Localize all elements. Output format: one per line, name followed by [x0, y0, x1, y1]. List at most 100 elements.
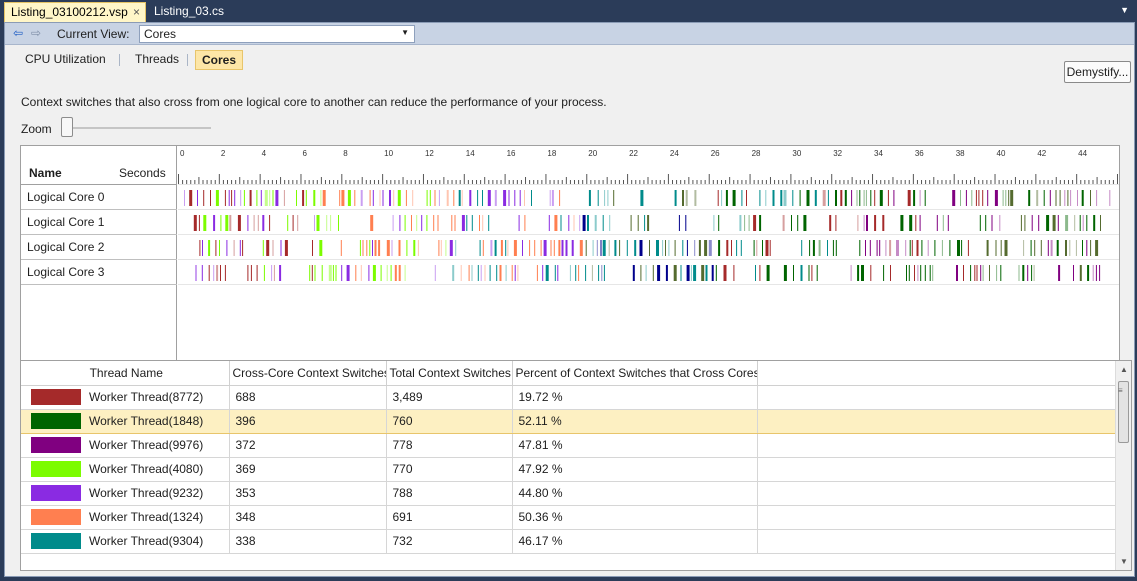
- table-row[interactable]: Worker Thread(9232) 353 788 44.80 %: [21, 481, 1118, 506]
- column-header[interactable]: Thread Name: [21, 361, 230, 386]
- core-activity-bar: [914, 265, 915, 281]
- tab-listing-cs[interactable]: Listing_03.cs: [148, 2, 230, 22]
- cross-core-cell[interactable]: 338: [229, 529, 387, 554]
- tab-listing-vsp[interactable]: Listing_03100212.vsp ×: [4, 2, 146, 22]
- table-row[interactable]: Worker Thread(8772) 688 3,489 19.72 %: [21, 385, 1118, 410]
- cross-core-cell[interactable]: 353: [229, 481, 387, 506]
- percent-cell[interactable]: 19.72 %: [512, 385, 758, 410]
- core-activity-bar: [991, 215, 993, 231]
- cross-core-cell[interactable]: 369: [229, 457, 387, 482]
- core-activity-bar: [916, 240, 919, 256]
- core-activity-bar: [640, 190, 644, 206]
- forward-arrow-icon[interactable]: ⇨: [31, 26, 41, 40]
- total-switches-cell[interactable]: 770: [386, 457, 513, 482]
- core-activity-bar: [390, 265, 392, 281]
- close-icon[interactable]: ×: [133, 3, 140, 22]
- scroll-up-icon[interactable]: ▲: [1120, 365, 1128, 374]
- core-activity-bar: [591, 265, 593, 281]
- core-activity-bar: [808, 265, 810, 281]
- table-row[interactable]: Worker Thread(1324) 348 691 50.36 %: [21, 505, 1118, 530]
- thread-name-cell[interactable]: Worker Thread(1324): [21, 505, 230, 530]
- demystify-button[interactable]: Demystify...: [1064, 61, 1131, 83]
- scroll-down-icon[interactable]: ▼: [1120, 557, 1128, 566]
- core-activity-bar: [887, 190, 889, 206]
- core-activity-bar: [882, 215, 885, 231]
- core-activity-bar: [1043, 190, 1045, 206]
- core-activity-bar: [652, 265, 654, 281]
- core-activity-bar: [967, 240, 969, 256]
- core-activity-bar: [355, 265, 357, 281]
- cross-core-cell[interactable]: 688: [229, 385, 387, 410]
- core-activity-bar: [561, 240, 564, 256]
- cross-core-cell[interactable]: 348: [229, 505, 387, 530]
- tab-threads[interactable]: Threads: [129, 50, 185, 70]
- core-activity-bar: [602, 240, 606, 256]
- thread-name-cell[interactable]: Worker Thread(4080): [21, 457, 230, 482]
- zoom-slider-thumb[interactable]: [61, 117, 73, 137]
- navigation-bar: ⇦ ⇨ Current View: Cores ▼: [5, 23, 1134, 45]
- thread-color-swatch: [31, 413, 81, 429]
- total-switches-cell[interactable]: 788: [386, 481, 513, 506]
- core-activity-bar: [237, 215, 241, 231]
- core-activity-bar: [372, 240, 373, 256]
- core-activity-bar: [233, 240, 235, 256]
- core-activity-bar: [389, 190, 391, 206]
- percent-cell[interactable]: 52.11 %: [512, 408, 758, 434]
- timeline-canvas[interactable]: 0 2 4 6 8 10 12 14 16 18 20 22 24 26 28 30 32 34 36 38 40 42 4…: [21, 146, 1119, 380]
- core-activity-bar: [974, 265, 976, 281]
- thread-name-cell[interactable]: Worker Thread(8772): [21, 385, 230, 410]
- column-header[interactable]: Total Context Switches: [386, 361, 513, 386]
- core-activity-bar: [284, 240, 288, 256]
- empty-cell: [757, 481, 1118, 506]
- thread-name-cell[interactable]: Worker Thread(1848): [21, 408, 230, 434]
- table-row[interactable]: Worker Thread(9976) 372 778 47.81 %: [21, 433, 1118, 458]
- table-row[interactable]: Worker Thread(1848) 396 760 52.11 %: [21, 408, 1118, 434]
- percent-cell[interactable]: 44.80 %: [512, 481, 758, 506]
- table-row[interactable]: Worker Thread(9304) 338 732 46.17 %: [21, 529, 1118, 554]
- tick-label: 40: [997, 149, 1006, 158]
- core-activity-bar: [927, 240, 929, 256]
- tick-label: 44: [1078, 149, 1087, 158]
- core-activity-bar: [818, 240, 821, 256]
- total-switches-cell[interactable]: 760: [386, 408, 513, 434]
- core-activity-bar: [197, 190, 198, 206]
- column-header[interactable]: Percent of Context Switches that Cross C…: [512, 361, 758, 386]
- tick-label: 0: [180, 149, 185, 158]
- cross-core-cell[interactable]: 396: [229, 408, 387, 434]
- current-view-dropdown[interactable]: Cores ▼: [139, 25, 415, 43]
- percent-cell[interactable]: 50.36 %: [512, 505, 758, 530]
- core-activity-bar: [799, 190, 801, 206]
- core-activity-bar: [929, 265, 931, 281]
- column-header[interactable]: Cross-Core Context Switches: [229, 361, 387, 386]
- total-switches-cell[interactable]: 3,489: [386, 385, 513, 410]
- percent-cell[interactable]: 47.81 %: [512, 433, 758, 458]
- thread-name-cell[interactable]: Worker Thread(9232): [21, 481, 230, 506]
- core-activity-bar: [680, 265, 682, 281]
- thread-name-cell[interactable]: Worker Thread(9304): [21, 529, 230, 554]
- table-row[interactable]: Worker Thread(4080) 369 770 47.92 %: [21, 457, 1118, 482]
- core-activity-bar: [783, 190, 787, 206]
- chevron-down-icon: ▼: [401, 28, 409, 37]
- tab-cores[interactable]: Cores: [195, 50, 244, 70]
- tab-cpu-utilization[interactable]: CPU Utilization: [19, 50, 112, 70]
- zoom-slider-track[interactable]: [65, 127, 211, 129]
- core-activity-bar: [199, 240, 201, 256]
- core-activity-bar: [797, 215, 799, 231]
- cross-core-cell[interactable]: 372: [229, 433, 387, 458]
- total-switches-cell[interactable]: 732: [386, 529, 513, 554]
- core-activity-bar: [782, 215, 785, 231]
- back-arrow-icon[interactable]: ⇦: [13, 26, 23, 40]
- core-activity-bar: [477, 265, 479, 281]
- percent-cell[interactable]: 47.92 %: [512, 457, 758, 482]
- total-switches-cell[interactable]: 778: [386, 433, 513, 458]
- core-activity-bar: [682, 240, 684, 256]
- core-activity-bar: [711, 265, 714, 281]
- vertical-scrollbar[interactable]: ▲ ≡ ▼: [1115, 361, 1131, 570]
- total-switches-cell[interactable]: 691: [386, 505, 513, 530]
- thread-name: Worker Thread(1324): [89, 510, 204, 524]
- percent-cell[interactable]: 46.17 %: [512, 529, 758, 554]
- core-activity-bar: [494, 240, 497, 256]
- thread-name-cell[interactable]: Worker Thread(9976): [21, 433, 230, 458]
- tab-dropdown-icon[interactable]: ▼: [1120, 5, 1129, 15]
- core-activity-bar: [753, 240, 755, 256]
